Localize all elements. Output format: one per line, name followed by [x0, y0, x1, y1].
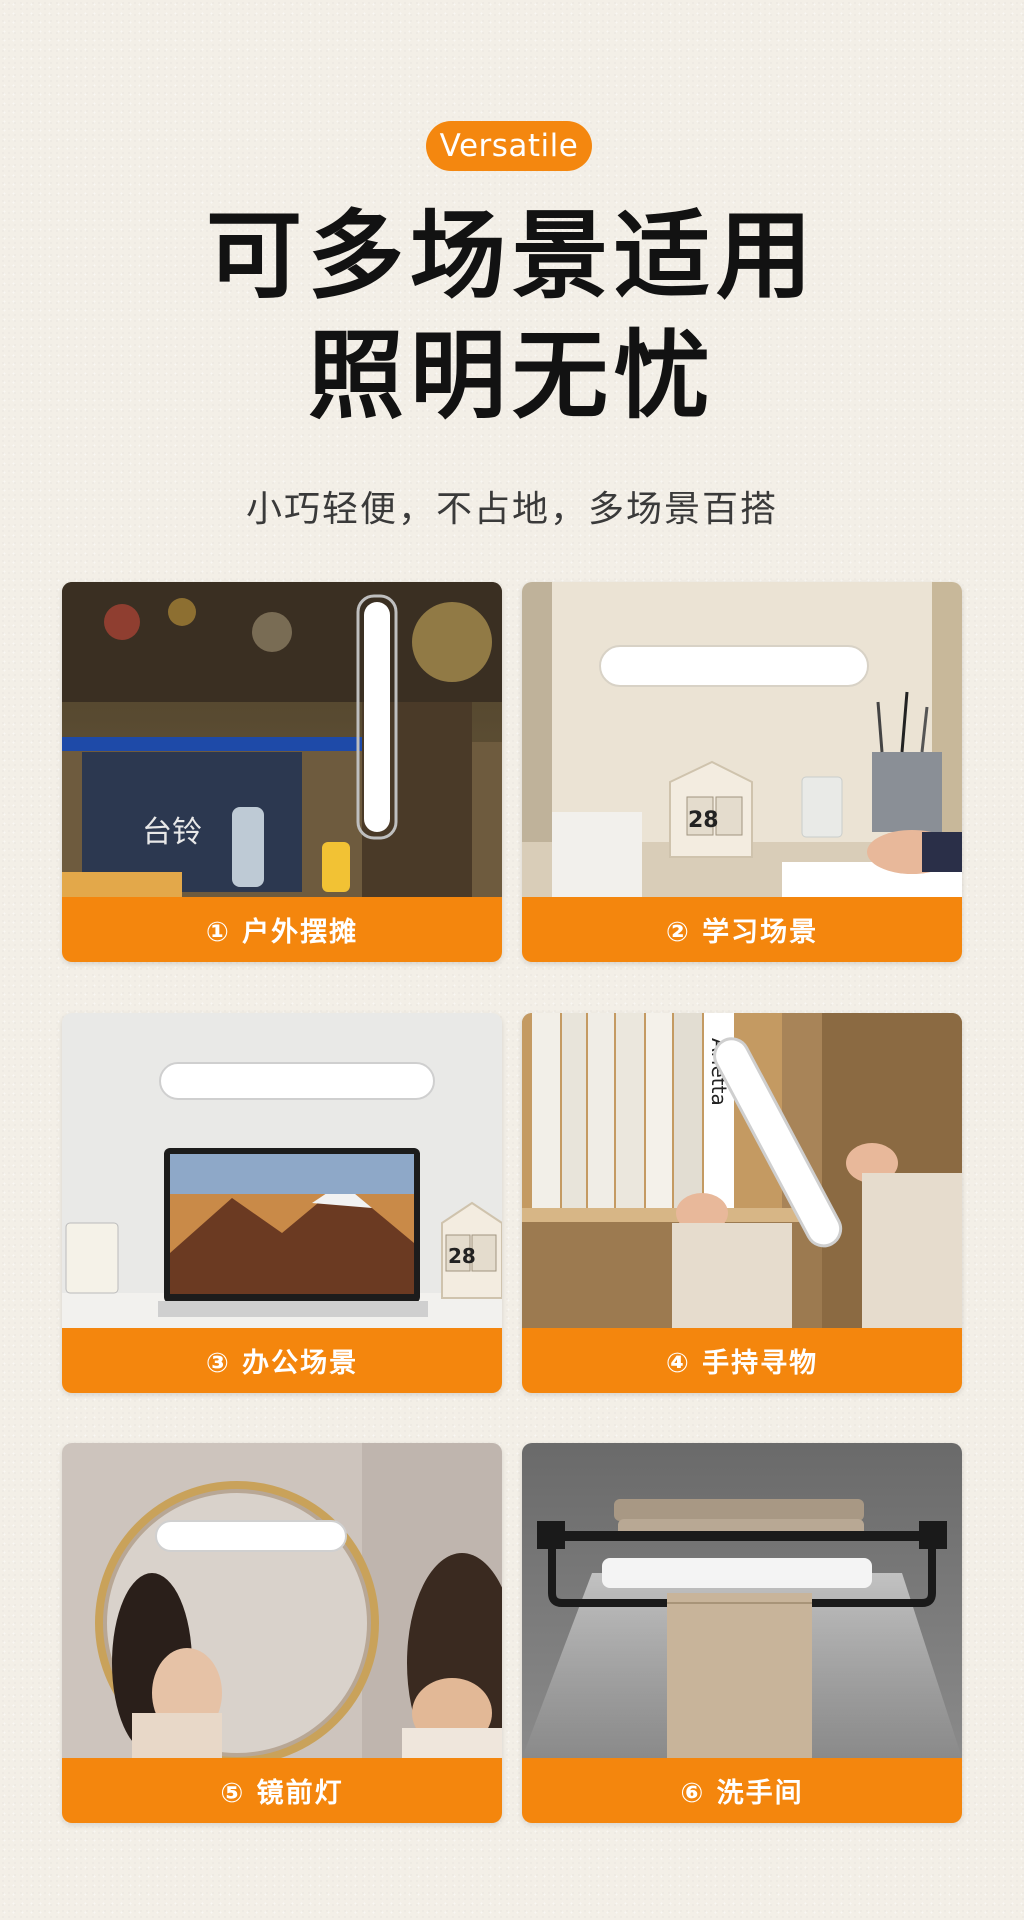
scene-card-outdoor-stall: 台铃 ① 户外摆摊 [62, 582, 502, 962]
scene-card-mirror: ⑤ 镜前灯 [62, 1443, 502, 1823]
scene-card-office: 28 ③ 办公场景 [62, 1013, 502, 1393]
scene-label: ① 户外摆摊 [62, 897, 502, 962]
scene-card-bathroom: ⑥ 洗手间 [522, 1443, 962, 1823]
scene-card-handheld: Arletta ④ 手持寻物 [522, 1013, 962, 1393]
office-calendar-text: 28 [448, 1244, 476, 1268]
scene-label: ⑤ 镜前灯 [62, 1758, 502, 1823]
stall-sign-text: 台铃 [142, 815, 202, 850]
handheld-scene-photo: Arletta [522, 1013, 962, 1328]
scene-label: ② 学习场景 [522, 897, 962, 962]
versatile-badge: Versatile [426, 121, 592, 171]
scene-label: ③ 办公场景 [62, 1328, 502, 1393]
scene-label: ④ 手持寻物 [522, 1328, 962, 1393]
study-calendar-text: 28 [688, 808, 719, 833]
page-title-line-2: 照明无忧 [308, 320, 716, 432]
scene-label: ⑥ 洗手间 [522, 1758, 962, 1823]
study-scene-photo: 28 [522, 582, 962, 897]
mirror-scene-photo [62, 1443, 502, 1758]
page-title-line-1: 可多场景适用 [206, 200, 818, 312]
office-scene-photo: 28 [62, 1013, 502, 1328]
bathroom-scene-photo [522, 1443, 962, 1758]
outdoor-stall-photo: 台铃 [62, 582, 502, 897]
scene-card-study: 28 ② 学习场景 [522, 582, 962, 962]
page-subtitle: 小巧轻便，不占地，多场景百搭 [245, 489, 778, 530]
